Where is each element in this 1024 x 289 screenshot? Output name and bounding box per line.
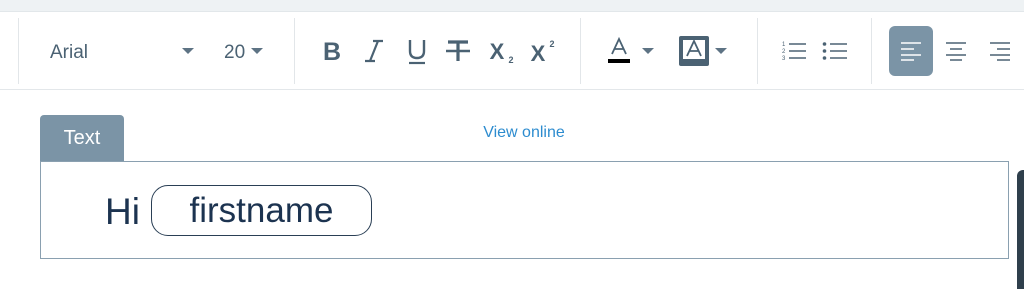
italic-icon	[365, 39, 383, 63]
editor-toolbar: Arial 20 B X 2 X 2 1 2 3	[0, 12, 1024, 90]
align-center-icon	[946, 42, 966, 61]
chevron-down-icon	[182, 48, 194, 54]
superscript-icon: X 2	[531, 39, 555, 64]
highlight-color-icon	[679, 36, 727, 66]
align-left-button[interactable]	[889, 26, 933, 76]
strikethrough-button[interactable]	[436, 26, 480, 76]
align-right-button[interactable]	[978, 26, 1022, 76]
svg-text:2: 2	[782, 49, 786, 55]
font-family-value: Arial	[50, 42, 89, 63]
bullet-list-icon	[822, 42, 847, 60]
chevron-down-icon	[251, 48, 263, 54]
toolbar-divider	[18, 18, 19, 84]
italic-button[interactable]	[352, 26, 396, 76]
svg-text:1: 1	[782, 42, 786, 48]
toolbar-divider	[580, 18, 581, 84]
ordered-list-button[interactable]: 1 2 3	[772, 26, 816, 76]
text-color-icon	[608, 36, 654, 63]
svg-text:2: 2	[549, 39, 554, 49]
underline-icon	[408, 40, 426, 65]
toolbar-divider	[871, 18, 872, 84]
bold-icon: B	[323, 38, 341, 64]
greeting-text: Hi	[105, 191, 140, 232]
text-color-button[interactable]	[604, 26, 660, 76]
align-center-button[interactable]	[934, 26, 978, 76]
ordered-list-icon: 1 2 3	[782, 42, 806, 62]
svg-text:3: 3	[782, 56, 786, 62]
superscript-button[interactable]: X 2	[520, 26, 564, 76]
subscript-button[interactable]: X 2	[479, 26, 523, 76]
font-size-select[interactable]: 20	[216, 26, 272, 76]
side-panel-edge	[1017, 170, 1024, 289]
toolbar-divider	[757, 18, 758, 84]
align-left-icon	[901, 42, 921, 61]
svg-text:X: X	[531, 41, 546, 64]
view-online-link[interactable]: View online	[470, 124, 578, 142]
align-right-icon	[990, 42, 1010, 61]
strikethrough-icon	[446, 40, 470, 61]
merge-field-token[interactable]: firstname	[151, 185, 372, 236]
subscript-icon: X 2	[490, 39, 514, 64]
text-editor-area[interactable]: Hi firstname	[40, 161, 1009, 259]
font-family-select[interactable]: Arial	[30, 26, 202, 76]
svg-text:B: B	[323, 38, 341, 64]
bullet-list-button[interactable]	[813, 26, 857, 76]
tab-text[interactable]: Text	[40, 115, 124, 162]
top-strip	[0, 0, 1024, 12]
toolbar-divider	[294, 18, 295, 84]
svg-text:2: 2	[508, 55, 513, 64]
underline-button[interactable]	[395, 26, 439, 76]
bold-button[interactable]: B	[310, 26, 354, 76]
highlight-color-button[interactable]	[674, 26, 730, 76]
svg-text:X: X	[490, 39, 505, 64]
font-size-value: 20	[224, 42, 246, 63]
